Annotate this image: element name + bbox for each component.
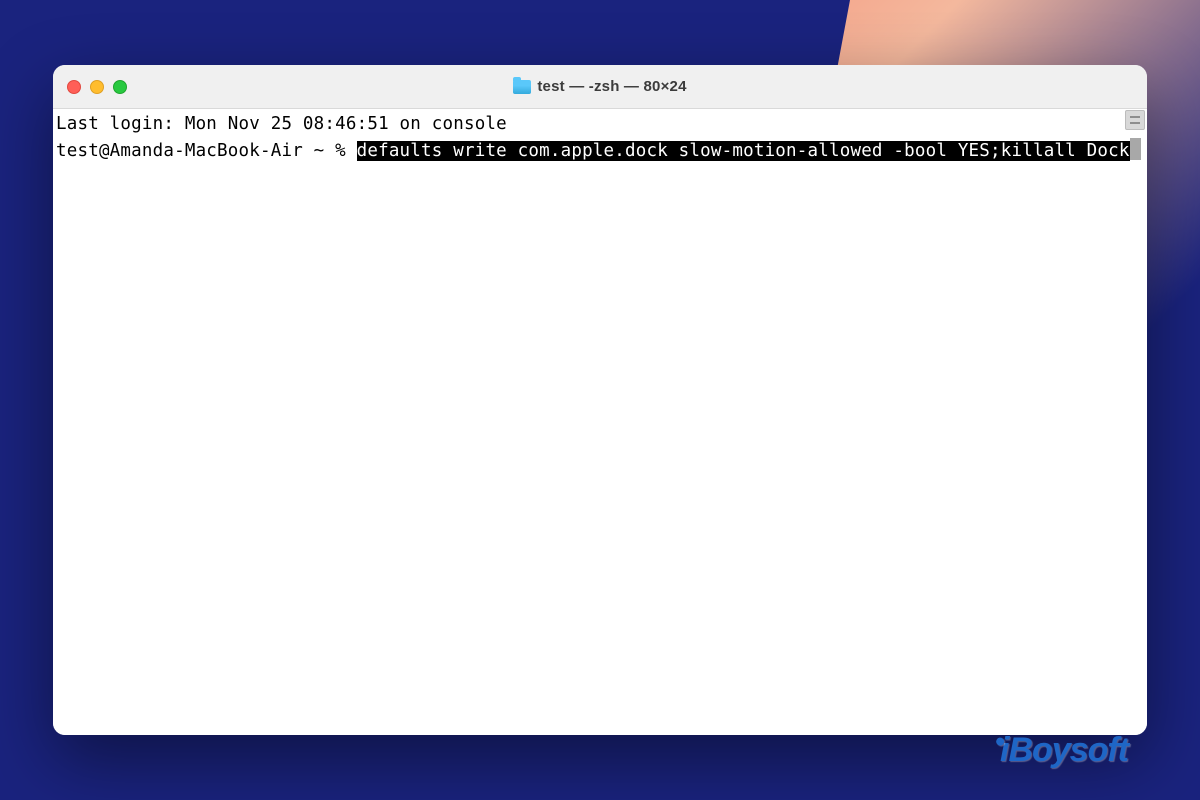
shell-prompt: test@Amanda-MacBook-Air ~ %	[56, 141, 357, 161]
close-window-button[interactable]	[67, 80, 81, 94]
scroll-indicator-icon[interactable]	[1125, 110, 1145, 130]
traffic-lights	[67, 80, 127, 94]
window-title-group: test — -zsh — 80×24	[53, 78, 1147, 95]
terminal-line-prompt: test@Amanda-MacBook-Air ~ % defaults wri…	[56, 138, 1144, 165]
minimize-window-button[interactable]	[90, 80, 104, 94]
terminal-viewport[interactable]: Last login: Mon Nov 25 08:46:51 on conso…	[53, 109, 1147, 735]
watermark-text: iBoysoft	[1000, 731, 1128, 769]
window-title: test — -zsh — 80×24	[537, 78, 686, 95]
folder-icon	[513, 80, 531, 94]
terminal-line-last-login: Last login: Mon Nov 25 08:46:51 on conso…	[56, 112, 1144, 138]
watermark-logo: •iBoysoft	[991, 731, 1128, 770]
maximize-window-button[interactable]	[113, 80, 127, 94]
window-titlebar[interactable]: test — -zsh — 80×24	[53, 65, 1147, 109]
terminal-window: test — -zsh — 80×24 Last login: Mon Nov …	[53, 65, 1147, 735]
terminal-cursor	[1130, 138, 1141, 160]
selected-command-text[interactable]: defaults write com.apple.dock slow-motio…	[357, 141, 1130, 161]
